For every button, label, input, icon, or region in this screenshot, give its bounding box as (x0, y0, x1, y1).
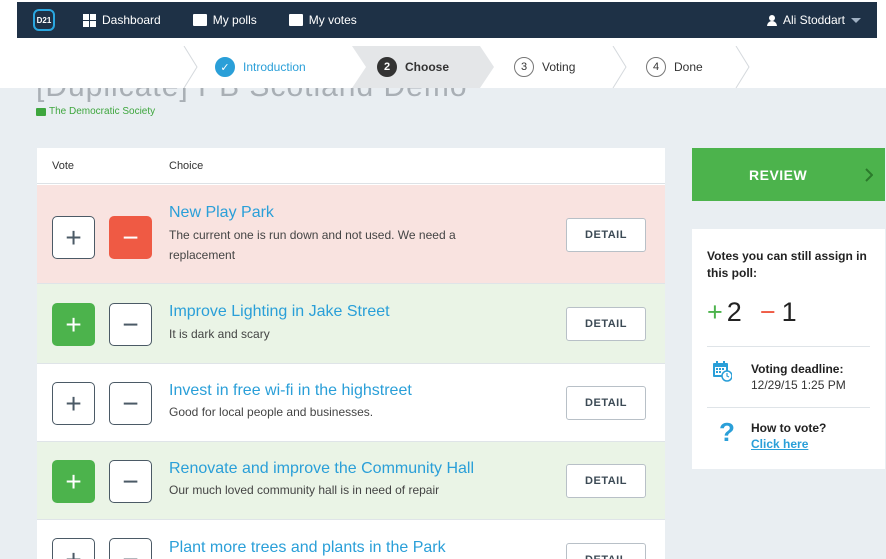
step-done[interactable]: 4 Done (646, 46, 703, 88)
nav-link-my-polls[interactable]: My polls (192, 13, 257, 27)
vote-plus-button[interactable]: + (52, 460, 95, 503)
votes-sidebar: Votes you can still assign in this poll:… (692, 229, 885, 469)
table-row: + − Plant more trees and plants in the P… (37, 520, 665, 559)
divider (707, 346, 870, 347)
nav-link-dashboard[interactable]: Dashboard (83, 13, 161, 27)
detail-button[interactable]: DETAIL (566, 386, 646, 420)
nav-link-label: My votes (308, 13, 357, 27)
vote-minus-button[interactable]: − (109, 216, 152, 259)
nav-link-my-votes[interactable]: My votes (288, 13, 357, 27)
review-label: REVIEW (749, 166, 808, 183)
speech-bubble-icon (192, 14, 207, 26)
table-row: + − Renovate and improve the Community H… (37, 442, 665, 520)
check-icon: ✓ (215, 57, 235, 77)
step-label: Introduction (243, 60, 306, 74)
grid-icon (83, 13, 96, 27)
table-row: + − Improve Lighting in Jake Street It i… (37, 284, 665, 364)
table-row: + − Invest in free wi-fi in the highstre… (37, 364, 665, 442)
d21-logo[interactable]: D21 (33, 9, 55, 31)
nav-bar: D21 Dashboard My polls My votes Ali Stod… (17, 2, 877, 38)
how-to-vote-link[interactable]: Click here (751, 437, 808, 451)
detail-button[interactable]: DETAIL (566, 307, 646, 341)
user-menu[interactable]: Ali Stoddart (766, 13, 861, 27)
plus-votes-count: 2 (726, 297, 742, 327)
ballot-icon (288, 14, 303, 26)
choice-title[interactable]: Plant more trees and plants in the Park (169, 539, 446, 557)
review-button[interactable]: REVIEW (692, 148, 885, 201)
vote-plus-button[interactable]: + (52, 303, 95, 346)
plus-sign: + (707, 297, 723, 327)
detail-button[interactable]: DETAIL (566, 218, 646, 252)
vote-plus-button[interactable]: + (52, 216, 95, 259)
organization-name: The Democratic Society (49, 106, 156, 117)
choice-title[interactable]: Improve Lighting in Jake Street (169, 303, 390, 321)
step-divider (183, 45, 199, 89)
choice-description: Our much loved community hall is in need… (169, 483, 440, 497)
minus-sign: − (759, 297, 776, 327)
nav-link-label: My polls (212, 13, 257, 27)
step-number: 4 (646, 57, 666, 77)
detail-button[interactable]: DETAIL (566, 464, 646, 498)
step-number: 2 (377, 57, 397, 77)
step-introduction[interactable]: ✓ Introduction (215, 46, 306, 88)
choice-title[interactable]: Renovate and improve the Community Hall (169, 460, 474, 478)
chevron-right-icon (865, 168, 873, 182)
step-divider (612, 45, 628, 89)
progress-steps: ✓ Introduction 2 Choose 3 Voting 4 Done (0, 45, 886, 89)
organization-link[interactable]: The Democratic Society (36, 106, 155, 117)
vote-minus-button[interactable]: − (109, 382, 152, 425)
chevron-down-icon (851, 17, 861, 23)
column-header-vote: Vote (52, 160, 75, 172)
choice-description: Good for local people and businesses. (169, 405, 374, 419)
vote-minus-button[interactable]: − (109, 303, 152, 346)
choice-title[interactable]: New Play Park (169, 204, 274, 222)
vote-plus-button[interactable]: + (52, 538, 95, 559)
nav-link-label: Dashboard (102, 13, 161, 27)
step-divider (735, 45, 751, 89)
choice-title[interactable]: Invest in free wi-fi in the highstreet (169, 382, 412, 400)
choice-description: It is dark and scary (169, 327, 270, 341)
user-name: Ali Stoddart (782, 13, 845, 27)
vote-minus-button[interactable]: − (109, 460, 152, 503)
user-icon (766, 14, 777, 26)
step-voting[interactable]: 3 Voting (514, 46, 575, 88)
step-label: Voting (542, 60, 576, 74)
question-mark-icon: ? (719, 417, 735, 447)
minus-votes-count: 1 (781, 297, 797, 327)
briefcase-icon (36, 107, 46, 116)
step-label: Choose (405, 60, 450, 74)
vote-minus-button[interactable]: − (109, 538, 152, 559)
table-row: + − New Play Park The current one is run… (37, 185, 665, 284)
step-choose[interactable]: 2 Choose (377, 46, 449, 88)
page-title: [Duplicate] PB Scotland Demo (36, 88, 468, 104)
voting-deadline-value: 12/29/15 1:25 PM (751, 378, 846, 392)
detail-button[interactable]: DETAIL (566, 543, 646, 559)
vote-plus-button[interactable]: + (52, 382, 95, 425)
how-to-vote-label: How to vote? (751, 421, 827, 435)
step-number: 3 (514, 57, 534, 77)
choice-description: The current one is run down and not used… (169, 228, 456, 262)
step-label: Done (674, 60, 703, 74)
votes-remaining-counts: + 2 − 1 (707, 297, 797, 328)
voting-deadline-label: Voting deadline: (751, 362, 844, 376)
choices-table: Vote Choice + − New Play Park The curren… (37, 148, 665, 559)
votes-remaining-heading: Votes you can still assign in this poll: (707, 249, 867, 280)
table-header: Vote Choice (37, 148, 665, 184)
divider (707, 407, 870, 408)
column-header-choice: Choice (169, 160, 204, 172)
calendar-clock-icon (713, 361, 732, 382)
top-navigation: D21 Dashboard My polls My votes Ali Stod… (0, 0, 886, 46)
poll-header: [Duplicate] PB Scotland Demo The Democra… (0, 88, 886, 148)
